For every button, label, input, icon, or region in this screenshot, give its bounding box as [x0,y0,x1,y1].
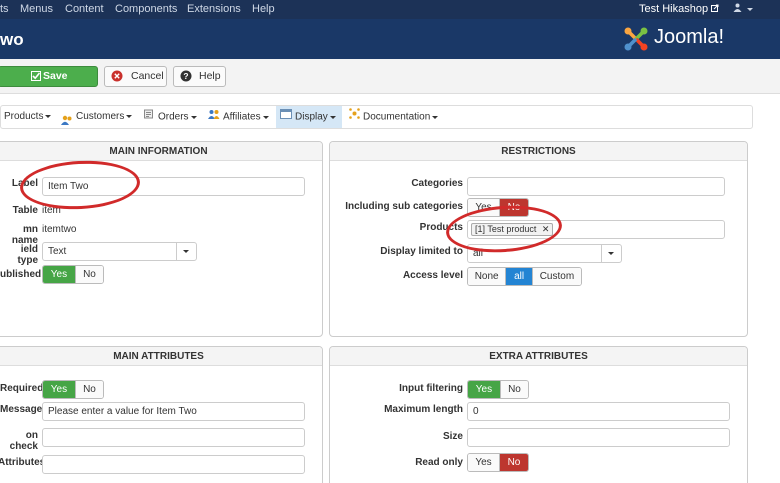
required-yes[interactable]: Yes [43,381,75,398]
access-all[interactable]: all [505,268,532,285]
access-custom[interactable]: Custom [531,268,581,285]
site-name: Test Hikashop [639,3,709,15]
cancel-icon [111,70,123,82]
restrictions-heading: RESTRICTIONS [330,142,747,161]
save-label: Save [43,70,68,82]
page-header: wo Joomla! [0,19,780,59]
published-label: ublished [0,269,42,280]
access-none[interactable]: None [468,268,506,285]
main-information-heading: MAIN INFORMATION [0,142,322,161]
external-link-icon [711,4,719,12]
attributes-label: Attributes [0,457,46,468]
help-button[interactable]: ? Help [173,66,226,87]
submenu-orders[interactable]: Orders [144,106,197,128]
component-submenu: Products Customers Orders Affiliates Dis… [0,105,753,129]
user-icon [733,3,742,12]
field-type-label: ield type [17,244,38,266]
column-name-label: mn name [11,224,38,246]
submenu-products[interactable]: Products [4,106,52,128]
submenu-customers[interactable]: Customers [61,106,133,128]
help-icon: ? [180,70,192,82]
required-toggle[interactable]: Yes No [42,380,104,399]
required-no[interactable]: No [74,381,103,398]
maximum-length-label: Maximum length [384,404,463,415]
size-label: Size [442,431,463,442]
page-title: wo [0,30,24,49]
main-attributes-heading: MAIN ATTRIBUTES [0,347,322,366]
joomla-logo-icon [624,27,648,51]
submenu-documentation[interactable]: Documentation [349,106,439,128]
toolbar: Save Cancel ? Help [0,59,780,94]
site-link[interactable]: Test Hikashop [639,3,719,15]
submenu-affiliates[interactable]: Affiliates [208,106,269,128]
menu-content[interactable]: Content [65,3,104,15]
categories-label: Categories [411,178,463,189]
menu-extensions[interactable]: Extensions [187,3,241,15]
field-type-select[interactable]: Text [42,242,197,261]
submenu-display[interactable]: Display [276,106,342,128]
save-button[interactable]: Save [0,66,98,87]
table-field-label: Table [12,205,38,216]
display-icon [280,106,292,128]
column-name-value: itemtwo [42,224,77,235]
help-label: Help [199,70,221,82]
required-label: Required [0,383,44,394]
cancel-button[interactable]: Cancel [104,66,167,87]
top-menubar: ts Menus Content Components Extensions H… [0,0,780,19]
validation-check-input[interactable] [42,428,305,447]
extra-attributes-heading: EXTRA ATTRIBUTES [330,347,747,366]
orders-icon [144,106,155,128]
size-input[interactable] [467,428,730,447]
joomla-logo[interactable]: Joomla! [622,25,772,53]
published-no[interactable]: No [74,266,103,283]
documentation-icon [349,106,360,128]
menu-menus[interactable]: Menus [20,3,53,15]
validation-check-label: on check [9,430,38,452]
access-level-toggle[interactable]: None all Custom [467,267,582,286]
customers-icon [61,112,73,125]
affiliates-icon [208,106,220,128]
message-input[interactable]: Please enter a value for Item Two [42,402,305,421]
published-toggle[interactable]: Yes No [42,265,104,284]
menu-help[interactable]: Help [252,3,275,15]
input-filtering-label: Input filtering [399,383,463,394]
user-menu[interactable] [733,3,754,15]
published-yes[interactable]: Yes [43,266,75,283]
save-icon [31,71,41,81]
chevron-down-icon [601,245,621,262]
categories-input[interactable] [467,177,725,196]
access-level-label: Access level [402,270,463,281]
read-only-no[interactable]: No [498,454,528,471]
menu-components[interactable]: Components [115,3,177,15]
menu-system[interactable]: ts [0,3,9,15]
input-filtering-no[interactable]: No [499,381,528,398]
joomla-logo-text: Joomla! [654,26,725,48]
attributes-input[interactable] [42,455,305,474]
message-label: Message [0,404,43,415]
read-only-yes[interactable]: Yes [468,454,499,471]
sub-categories-label: Including sub categories [345,201,463,212]
read-only-label: Read only [415,457,463,468]
read-only-toggle[interactable]: Yes No [467,453,529,472]
svg-text:?: ? [183,71,188,81]
input-filtering-toggle[interactable]: Yes No [467,380,529,399]
display-limited-label: Display limited to [380,246,463,257]
products-label: Products [419,222,463,233]
cancel-label: Cancel [131,70,164,82]
chevron-down-icon [176,243,196,260]
input-filtering-yes[interactable]: Yes [468,381,500,398]
maximum-length-input[interactable]: 0 [467,402,730,421]
